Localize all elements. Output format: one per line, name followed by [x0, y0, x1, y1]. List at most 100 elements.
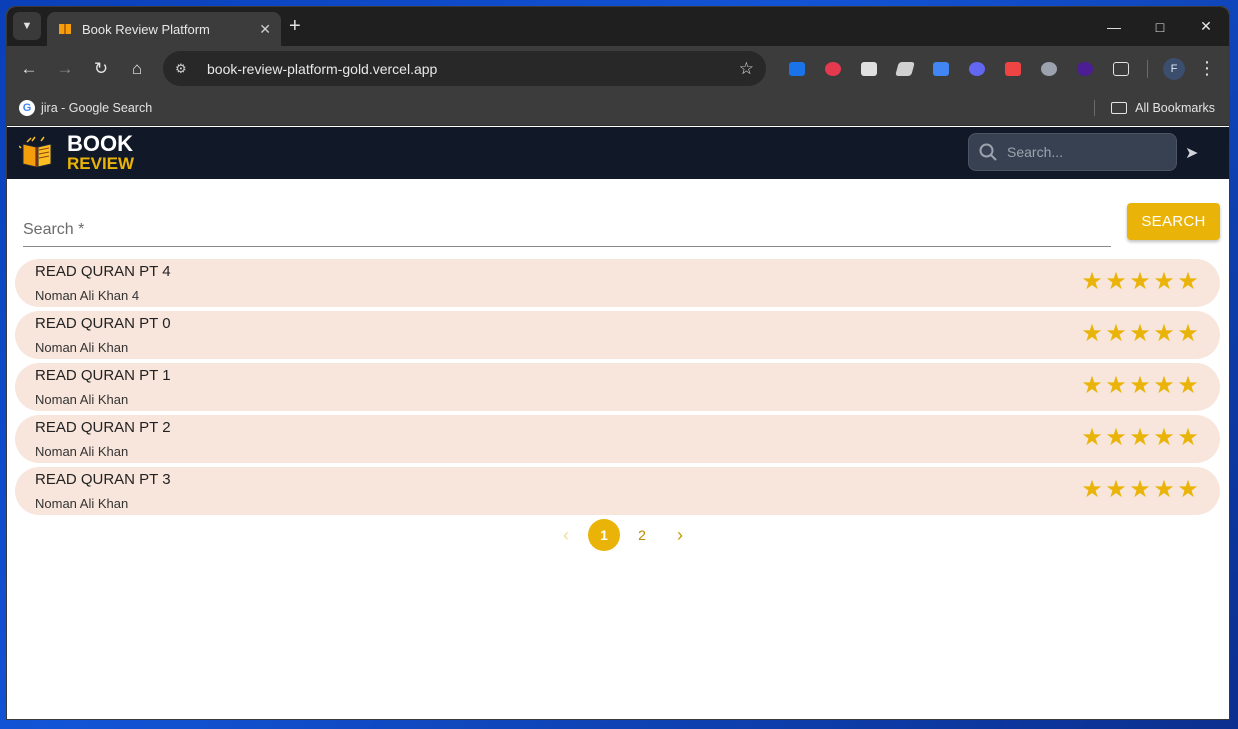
next-page-icon[interactable]: › [664, 519, 696, 551]
star-icon: ★ [1177, 476, 1199, 503]
address-bar[interactable]: ⚙ book-review-platform-gold.vercel.app ☆ [163, 51, 766, 86]
book-author: Noman Ali Khan 4 [35, 288, 140, 303]
profile-avatar: F [1163, 57, 1185, 80]
maximize-icon[interactable]: □ [1137, 7, 1183, 46]
extension-9-icon[interactable] [1067, 51, 1103, 87]
bookmark-star-icon[interactable]: ☆ [739, 59, 754, 79]
book-logo-icon [19, 136, 52, 168]
book-author: Noman Ali Khan [35, 444, 129, 459]
star-rating: ★ ★ ★ ★ ★ [1080, 374, 1200, 398]
google-translate-icon[interactable] [923, 51, 959, 87]
book-author: Noman Ali Khan [35, 392, 129, 407]
google-icon: G [19, 100, 35, 116]
extensions-bar: F ⋮ [779, 46, 1222, 91]
star-icon: ★ [1153, 424, 1175, 451]
tab-search-button[interactable]: ▼ [13, 12, 41, 40]
star-icon: ★ [1177, 372, 1199, 399]
all-bookmarks-button[interactable]: All Bookmarks [1135, 101, 1215, 115]
star-rating: ★ ★ ★ ★ ★ [1080, 322, 1200, 346]
search-icon [979, 143, 997, 161]
reload-icon[interactable]: ↻ [83, 51, 119, 87]
book-list-item[interactable]: READ QURAN PT 2 Noman Ali Khan ★ ★ ★ ★ ★ [15, 415, 1220, 463]
star-icon: ★ [1081, 320, 1103, 347]
book-search-field[interactable]: Search * [23, 199, 1111, 247]
extension-4-icon[interactable] [887, 51, 923, 87]
site-logo[interactable]: BOOK REVIEW [19, 133, 134, 173]
pagination: ‹ 1 2 › [547, 519, 699, 551]
star-icon: ★ [1129, 372, 1151, 399]
star-icon: ★ [1177, 320, 1199, 347]
url-text: book-review-platform-gold.vercel.app [207, 60, 438, 77]
star-icon: ★ [1129, 424, 1151, 451]
close-window-icon[interactable]: ✕ [1183, 7, 1229, 46]
book-title: READ QURAN PT 3 [35, 471, 171, 488]
minimize-icon[interactable]: — [1091, 7, 1137, 46]
extension-1-icon[interactable] [779, 51, 815, 87]
tab-title: Book Review Platform [82, 21, 210, 37]
more-menu-icon[interactable]: ⋮ [1192, 58, 1222, 79]
bookmarks-separator [1094, 100, 1096, 116]
book-list-item[interactable]: READ QURAN PT 0 Noman Ali Khan ★ ★ ★ ★ ★ [15, 311, 1220, 359]
extension-2-icon[interactable] [815, 51, 851, 87]
toolbar-separator [1147, 59, 1148, 78]
star-icon: ★ [1153, 268, 1175, 295]
browser-toolbar: ← → ↻ ⌂ ⚙ book-review-platform-gold.verc… [7, 46, 1229, 91]
star-icon: ★ [1129, 476, 1151, 503]
book-title: READ QURAN PT 2 [35, 419, 171, 436]
star-icon: ★ [1105, 320, 1127, 347]
star-rating: ★ ★ ★ ★ ★ [1080, 270, 1200, 294]
home-icon[interactable]: ⌂ [119, 51, 155, 87]
page-button-2[interactable]: 2 [626, 519, 658, 551]
logo-text-review: REVIEW [67, 154, 135, 173]
previous-page-icon[interactable]: ‹ [550, 519, 582, 551]
book-author: Noman Ali Khan [35, 496, 129, 511]
book-favicon-icon [59, 24, 71, 34]
extension-8-icon[interactable] [1031, 51, 1067, 87]
new-tab-icon[interactable]: + [289, 16, 301, 36]
folder-icon [1111, 102, 1128, 114]
extension-6-icon[interactable] [959, 51, 995, 87]
book-list-item[interactable]: READ QURAN PT 4 Noman Ali Khan 4 ★ ★ ★ ★ ★ [15, 259, 1220, 307]
star-rating: ★ ★ ★ ★ ★ [1080, 426, 1200, 450]
bookmark-item[interactable]: G jira - Google Search [19, 100, 152, 116]
star-icon: ★ [1105, 476, 1127, 503]
profile-button[interactable]: F [1156, 51, 1192, 87]
book-author: Noman Ali Khan [35, 340, 129, 355]
star-icon: ★ [1177, 424, 1199, 451]
back-icon[interactable]: ← [11, 51, 47, 87]
main-content: Search * SEARCH READ QURAN PT 4 Noman Ali… [7, 179, 1229, 719]
book-list-item[interactable]: READ QURAN PT 1 Noman Ali Khan ★ ★ ★ ★ ★ [15, 363, 1220, 411]
star-icon: ★ [1081, 268, 1103, 295]
star-rating: ★ ★ ★ ★ ★ [1080, 478, 1200, 502]
extensions-puzzle-icon[interactable] [1103, 51, 1139, 87]
star-icon: ★ [1081, 476, 1103, 503]
forward-icon[interactable]: → [47, 51, 83, 87]
login-icon[interactable]: ➤ [1185, 143, 1198, 163]
extension-3-icon[interactable] [851, 51, 887, 87]
star-icon: ★ [1081, 424, 1103, 451]
star-icon: ★ [1129, 268, 1151, 295]
search-field-label: Search * [23, 221, 85, 238]
book-list: READ QURAN PT 4 Noman Ali Khan 4 ★ ★ ★ ★ ★ READ… [15, 259, 1220, 519]
book-title: READ QURAN PT 1 [35, 367, 171, 384]
extension-7-icon[interactable] [995, 51, 1031, 87]
star-icon: ★ [1153, 320, 1175, 347]
page-button-1[interactable]: 1 [588, 519, 620, 551]
search-button[interactable]: SEARCH [1127, 203, 1220, 240]
tab-book-review[interactable]: Book Review Platform ✕ [47, 12, 281, 46]
star-icon: ★ [1105, 268, 1127, 295]
bookmarks-bar: G jira - Google Search All Bookmarks [7, 91, 1229, 126]
star-icon: ★ [1105, 424, 1127, 451]
star-icon: ★ [1081, 372, 1103, 399]
site-settings-icon[interactable]: ⚙ [175, 61, 201, 77]
close-tab-icon[interactable]: ✕ [259, 21, 271, 38]
app-header: BOOK REVIEW ➤ [7, 127, 1229, 179]
star-icon: ★ [1129, 320, 1151, 347]
header-search-box [968, 133, 1177, 171]
book-title: READ QURAN PT 0 [35, 315, 171, 332]
browser-window: ▼ Book Review Platform ✕ + — □ ✕ ← → ↻ ⌂… [7, 7, 1229, 719]
header-search-input[interactable] [1007, 144, 1157, 160]
book-list-item[interactable]: READ QURAN PT 3 Noman Ali Khan ★ ★ ★ ★ ★ [15, 467, 1220, 515]
star-icon: ★ [1153, 372, 1175, 399]
tab-strip: ▼ Book Review Platform ✕ + — □ ✕ [7, 7, 1229, 46]
